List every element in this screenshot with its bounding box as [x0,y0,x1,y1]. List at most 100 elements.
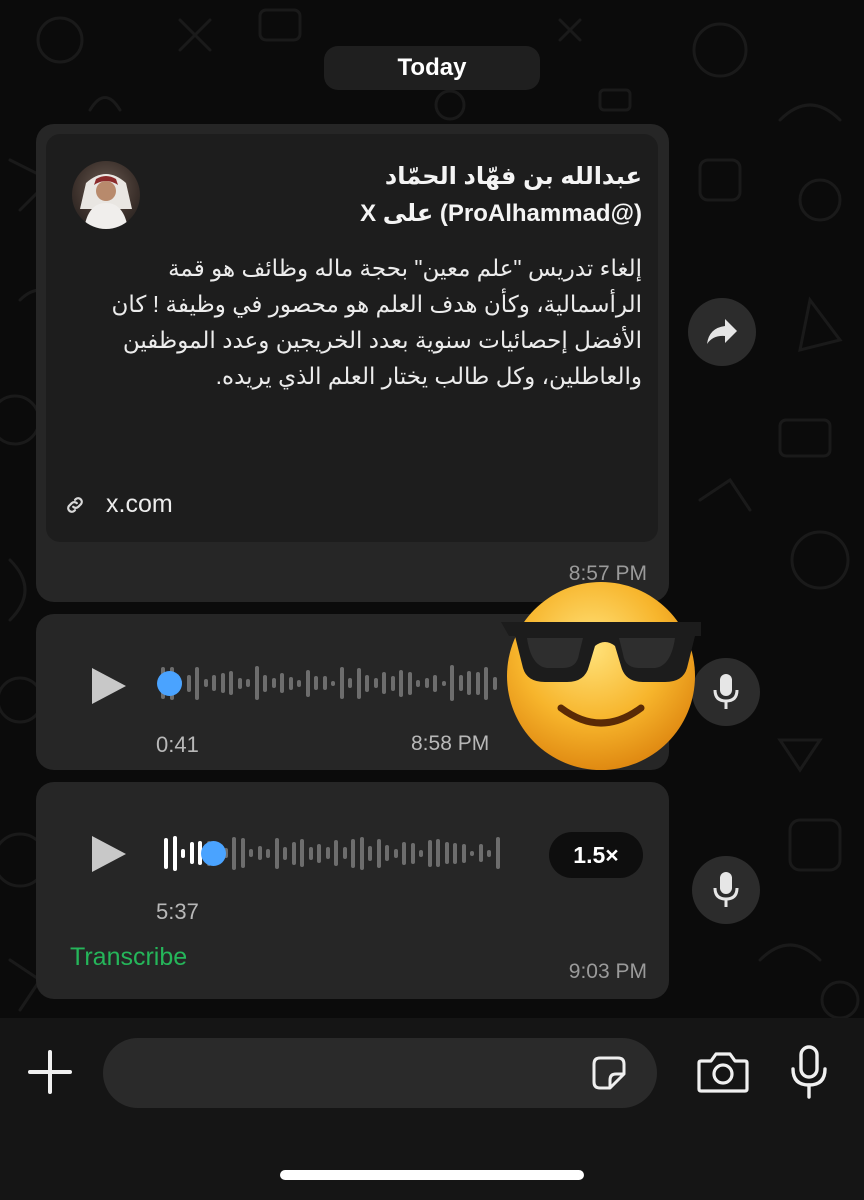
waveform-bar [297,679,301,687]
waveform-bar [373,678,378,688]
playback-scrubber[interactable] [200,841,226,866]
sticker-icon [592,1056,626,1090]
microphone-icon [713,872,739,907]
waveform-bar [351,838,355,868]
playback-speed-label: 1.5× [573,841,619,868]
waveform-bar [385,845,389,861]
waveform-bar [436,839,440,867]
waveform-bar [339,667,344,699]
waveform-bar [407,671,412,695]
link-message-bubble[interactable]: عبدالله بن فهّاد الحمّاد (@ProAlhammad) … [36,124,669,602]
waveform-bar [181,848,185,858]
waveform-bar [444,842,449,864]
waveform-bar [229,671,233,695]
waveform-bar [450,665,454,701]
waveform-bar [254,666,259,700]
waveform-bar [263,674,267,692]
waveform-bar [475,671,480,695]
waveform-bar [300,839,304,867]
waveform-bar [402,841,406,865]
waveform-bar [172,835,177,871]
waveform-bar [356,667,361,699]
waveform-bar [441,680,446,686]
forward-arrow-icon [707,319,737,344]
playback-scrubber[interactable] [157,671,182,696]
voice-duration: 5:37 [156,899,199,924]
play-button[interactable] [88,834,128,874]
waveform-bar [424,678,429,688]
voice-message-bubble: 1.5× 5:37 Transcribe 9:03 PM [36,782,669,999]
message-input[interactable] [103,1038,657,1108]
play-button[interactable] [88,666,128,706]
camera-icon [697,1052,749,1093]
waveform-bar [266,848,270,858]
waveform-bar [419,849,423,857]
waveform-bar [390,675,395,691]
playback-speed-button[interactable]: 1.5× [549,832,643,878]
waveform-bar [427,839,432,867]
preview-link[interactable]: x.com [64,490,173,519]
date-separator: Today [324,46,540,90]
link-icon [67,496,83,513]
waveform-bar [467,671,471,695]
waveform-bar [274,837,279,869]
waveform-bar [393,848,398,858]
forward-button[interactable] [688,298,756,366]
message-timestamp: 8:58 PM [411,732,490,755]
author-handle: (@ProAlhammad) على X [360,200,642,227]
waveform-bar [365,674,369,692]
link-domain: x.com [106,490,173,518]
waveform-bar [203,679,208,687]
audio-waveform[interactable] [161,660,501,706]
waveform-bar [283,846,287,860]
waveform-bar [271,678,276,688]
home-indicator [280,1170,584,1180]
waveform-bar [257,846,262,860]
preview-description: إلغاء تدريس "علم معين" بحجة ماله وظائف ه… [111,255,642,389]
waveform-bar [368,845,372,861]
waveform-bar [342,847,347,859]
author-name: عبدالله بن فهّاد الحمّاد [384,163,642,190]
sticker-button[interactable] [591,1055,627,1091]
waveform-bar [416,679,420,687]
waveform-bar [237,677,242,689]
waveform-bar [461,843,466,863]
camera-button[interactable] [696,1050,750,1094]
waveform-bar [305,669,310,697]
waveform-bar [325,847,330,859]
transcribe-button[interactable]: Transcribe [70,943,187,972]
waveform-bar [249,849,253,857]
waveform-bar [453,842,457,864]
waveform-bar [382,672,386,694]
waveform-bar [492,676,497,690]
waveform-bar [410,842,415,864]
waveform-bar [331,680,335,686]
waveform-bar [399,669,403,697]
waveform-bar [458,675,463,691]
waveform-bar [220,673,225,693]
waveform-bar [240,838,245,868]
date-label: Today [397,54,467,81]
voice-record-button[interactable] [788,1044,830,1100]
voice-duration: 0:41 [156,732,199,757]
link-preview-card[interactable]: عبدالله بن فهّاد الحمّاد (@ProAlhammad) … [46,134,658,542]
waveform-bar [334,840,338,866]
attach-button[interactable] [26,1048,74,1096]
person-avatar-icon [72,161,140,229]
waveform-bar [487,849,491,857]
waveform-bar [212,675,216,691]
waveform-bar [280,673,284,693]
waveform-bar [433,674,437,692]
transcribe-mic-button[interactable] [692,856,760,924]
sunglasses-emoji-icon [501,582,701,770]
microphone-icon [713,674,739,709]
waveform-bar [164,837,168,869]
waveform-bar [359,836,364,870]
waveform-bar [478,844,483,862]
preview-title: عبدالله بن فهّاد الحمّاد (@ProAlhammad) … [162,158,642,232]
waveform-bar [189,842,194,864]
waveform-bar [376,838,381,868]
waveform-bar [484,666,488,700]
waveform-bar [322,676,327,690]
waveform-bar [186,674,191,692]
